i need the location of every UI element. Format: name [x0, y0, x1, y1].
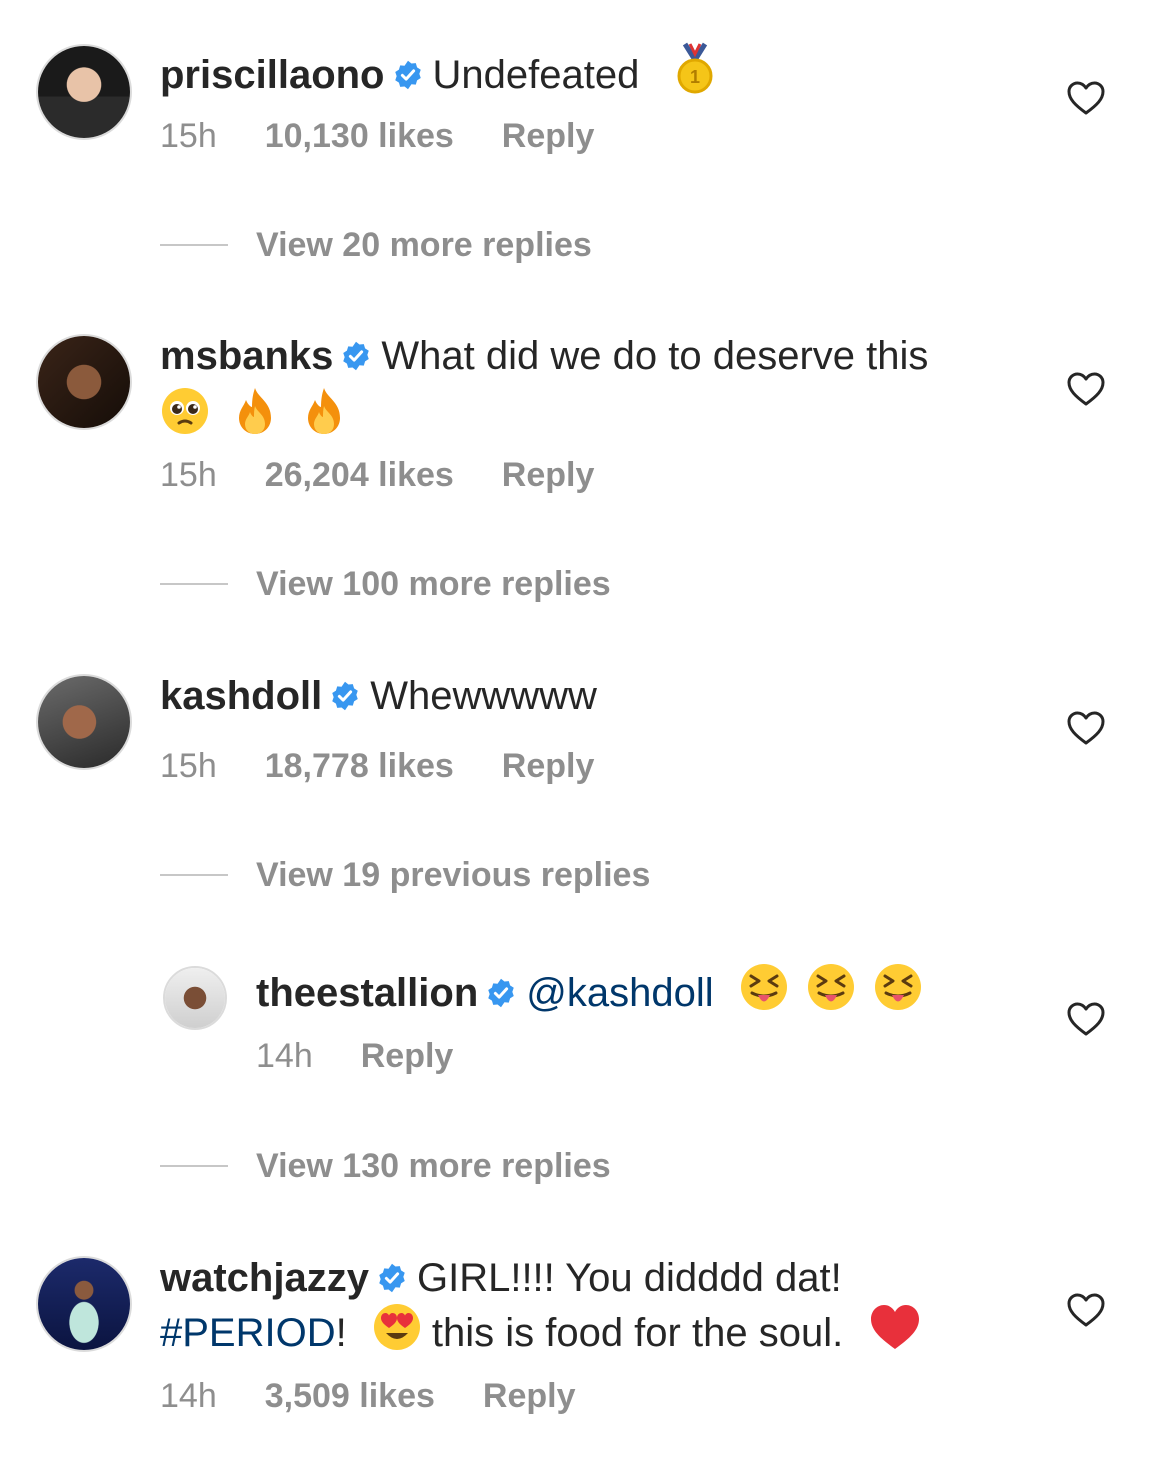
- divider: [160, 244, 228, 246]
- avatar[interactable]: [36, 1256, 132, 1352]
- divider: [160, 874, 228, 876]
- comment-text: !: [335, 1311, 347, 1355]
- likes-count[interactable]: 26,204 likes: [265, 456, 454, 494]
- comment-text: Undefeated: [432, 53, 640, 97]
- username[interactable]: theestallion: [256, 971, 478, 1015]
- comment-text: Whewwwww: [370, 674, 597, 718]
- verified-badge-icon: [486, 978, 516, 1008]
- view-previous-replies[interactable]: View 19 previous replies: [160, 855, 650, 895]
- squinting-tongue-face-emoji: [806, 962, 856, 1012]
- red-heart-emoji: [871, 1305, 920, 1349]
- view-more-label: View 100 more replies: [256, 564, 611, 603]
- heart-icon[interactable]: [1066, 1292, 1106, 1328]
- comment-body: priscillaono Undefeated 1: [160, 42, 720, 99]
- comment-meta: 15h 18,778 likes Reply: [160, 746, 642, 786]
- verified-badge-icon: [330, 681, 360, 711]
- comment-time: 15h: [160, 747, 217, 785]
- heart-icon[interactable]: [1066, 710, 1106, 746]
- comment-meta: 14h 3,509 likes Reply: [160, 1376, 623, 1416]
- view-more-replies[interactable]: View 130 more replies: [160, 1146, 611, 1186]
- hashtag-link[interactable]: #PERIOD: [160, 1311, 336, 1355]
- svg-text:1: 1: [690, 67, 700, 87]
- heart-icon[interactable]: [1066, 80, 1106, 116]
- divider: [160, 1165, 228, 1167]
- comment-time: 14h: [256, 1037, 313, 1075]
- view-more-replies[interactable]: View 100 more replies: [160, 564, 611, 604]
- heart-icon[interactable]: [1066, 371, 1106, 407]
- gold-medal-emoji: 1: [677, 42, 713, 94]
- heart-eyes-emoji: [373, 1304, 420, 1350]
- username[interactable]: msbanks: [160, 334, 333, 378]
- comment-meta: 15h 26,204 likes Reply: [160, 455, 642, 495]
- divider: [160, 583, 228, 585]
- mention-link[interactable]: @kashdoll: [526, 971, 713, 1015]
- likes-count[interactable]: 3,509 likes: [265, 1377, 435, 1415]
- avatar[interactable]: [36, 44, 132, 140]
- comment-meta: 14h Reply: [256, 1036, 501, 1076]
- verified-badge-icon: [341, 341, 371, 371]
- verified-badge-icon: [393, 60, 423, 90]
- comment-meta: 15h 10,130 likes Reply: [160, 116, 642, 156]
- avatar[interactable]: [36, 334, 132, 430]
- comment-time: 15h: [160, 456, 217, 494]
- view-more-label: View 19 previous replies: [256, 855, 651, 894]
- reply-button[interactable]: Reply: [483, 1377, 576, 1415]
- comment-text: What did we do to deserve this: [381, 334, 929, 378]
- pleading-face-emoji: [162, 388, 208, 434]
- comment-body: watchjazzy GIRL!!!! You didddd dat! #PERI…: [160, 1254, 1040, 1357]
- view-more-label: View 20 more replies: [256, 225, 592, 264]
- view-more-replies[interactable]: View 20 more replies: [160, 225, 592, 265]
- comment-text: this is food for the soul.: [431, 1311, 844, 1355]
- squinting-tongue-face-emoji: [739, 962, 789, 1012]
- comment-body: msbanks What did we do to deserve this: [160, 332, 1040, 438]
- comment-time: 14h: [160, 1377, 217, 1415]
- verified-badge-icon: [377, 1263, 407, 1293]
- likes-count[interactable]: 10,130 likes: [265, 117, 454, 155]
- reply-button[interactable]: Reply: [361, 1037, 454, 1075]
- fire-emoji: [302, 386, 346, 436]
- avatar[interactable]: [36, 674, 132, 770]
- heart-icon[interactable]: [1066, 1001, 1106, 1037]
- view-more-label: View 130 more replies: [256, 1146, 611, 1185]
- username[interactable]: watchjazzy: [160, 1256, 369, 1300]
- comment-body: kashdoll Whewwwww: [160, 672, 597, 720]
- avatar[interactable]: [163, 966, 227, 1030]
- reply-button[interactable]: Reply: [502, 747, 595, 785]
- reply-button[interactable]: Reply: [502, 117, 595, 155]
- username[interactable]: priscillaono: [160, 53, 385, 97]
- comment-text: GIRL!!!! You didddd dat!: [416, 1256, 842, 1300]
- username[interactable]: kashdoll: [160, 674, 322, 718]
- likes-count[interactable]: 18,778 likes: [265, 747, 454, 785]
- comment-body: theestallion @kashdoll: [256, 962, 923, 1017]
- reply-button[interactable]: Reply: [502, 456, 595, 494]
- comment-time: 15h: [160, 117, 217, 155]
- fire-emoji: [233, 386, 277, 436]
- squinting-tongue-face-emoji: [873, 962, 923, 1012]
